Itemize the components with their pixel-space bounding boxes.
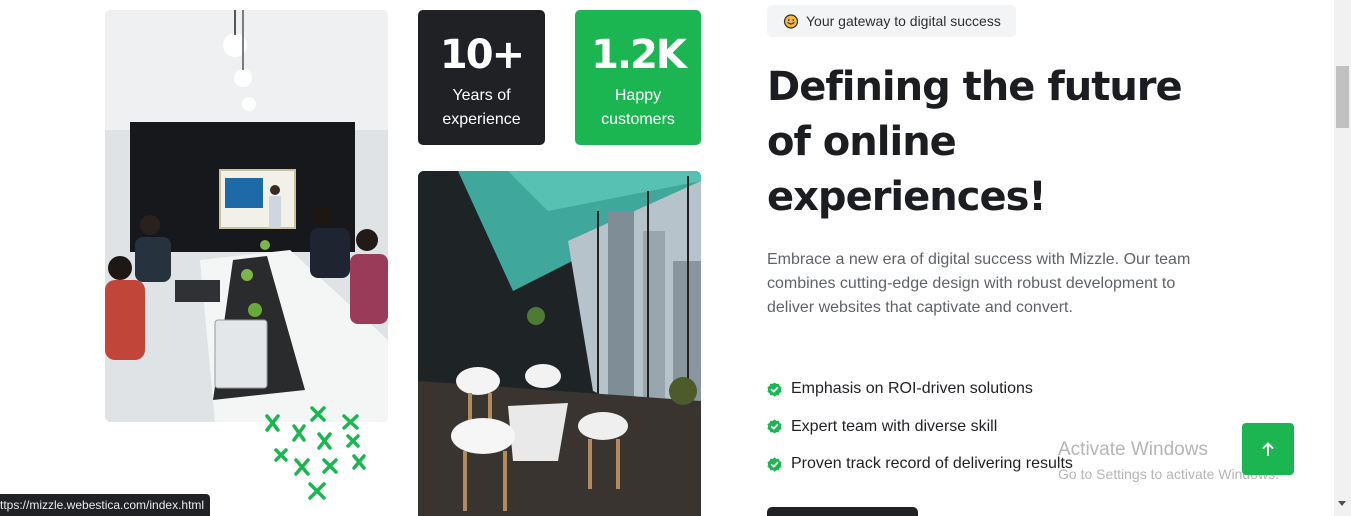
scroll-to-top-button[interactable] <box>1242 423 1294 475</box>
check-circle-icon <box>767 381 782 397</box>
meeting-room-photo <box>105 10 388 422</box>
feature-text: Emphasis on ROI-driven solutions <box>791 380 1033 397</box>
stat-label: Happy customers <box>601 87 675 128</box>
check-circle-icon <box>767 456 782 472</box>
hero-lead-paragraph: Embrace a new era of digital success wit… <box>767 251 1191 316</box>
list-item: Expert team with diverse skill <box>767 415 1073 439</box>
check-circle-icon <box>767 419 782 434</box>
stat-card-experience: 10+ Years of experience <box>418 10 545 145</box>
vertical-scrollbar[interactable] <box>1334 0 1351 516</box>
arrow-up-icon <box>1262 442 1274 456</box>
office-photo <box>418 171 701 516</box>
smiley-heart-icon <box>783 14 799 29</box>
stat-card-customers: 1.2K Happy customers <box>575 10 701 145</box>
list-item: Emphasis on ROI-driven solutions <box>767 377 1073 401</box>
stat-value: 1.2K <box>591 32 687 78</box>
scrollbar-thumb[interactable] <box>1336 66 1349 128</box>
feature-list: Emphasis on ROI-driven solutions Expert … <box>767 377 1073 490</box>
link-status-bar: ttps://mizzle.webestica.com/index.html <box>0 494 211 516</box>
decorative-crosses-icon <box>265 406 366 500</box>
hero-badge: Your gateway to digital success <box>767 5 1016 37</box>
stat-label: Years of experience <box>442 87 521 128</box>
page: 10+ Years of experience 1.2K Happy custo… <box>0 0 1351 516</box>
stat-value: 10+ <box>439 32 525 78</box>
feature-text: Proven track record of delivering result… <box>791 455 1073 472</box>
hero-badge-text: Your gateway to digital success <box>806 13 1001 29</box>
cta-button-partial[interactable] <box>767 507 918 516</box>
feature-text: Expert team with diverse skill <box>791 417 998 435</box>
list-item: Proven track record of delivering result… <box>767 452 1073 476</box>
hero-headline: Defining the future of online experience… <box>767 64 1183 220</box>
scroll-down-arrow-icon[interactable] <box>1338 501 1346 506</box>
